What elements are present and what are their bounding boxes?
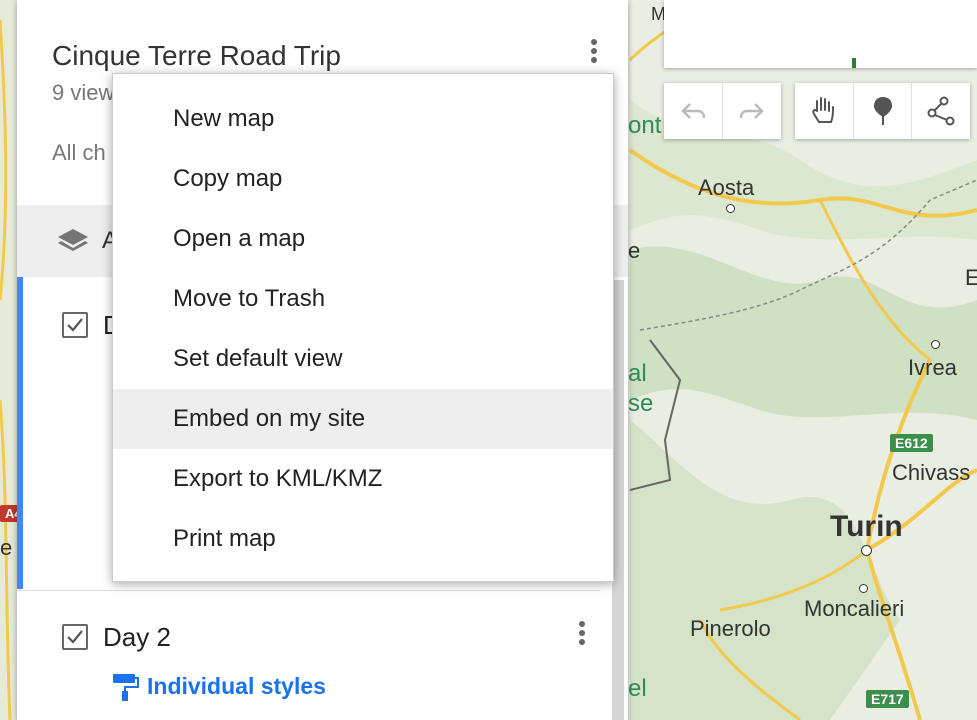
active-layer-indicator (17, 277, 23, 589)
road-badge-e612: E612 (890, 434, 933, 452)
checkmark-icon (67, 630, 83, 644)
map-label-pinerolo: Pinerolo (690, 616, 771, 641)
day2-options-button[interactable] (575, 618, 589, 654)
map-label-fragment-e-right: E (965, 265, 977, 290)
map-label-ivrea: Ivrea (908, 355, 957, 380)
map-label-moncalieri: Moncalieri (804, 596, 905, 621)
menu-item-set-default-view[interactable]: Set default view (113, 329, 613, 389)
road-badge-e717: E717 (866, 690, 909, 708)
draw-line-button[interactable] (912, 83, 970, 139)
hand-icon (812, 97, 834, 123)
map-label-fragment-el: el (628, 675, 647, 702)
undo-button[interactable] (664, 83, 723, 139)
marker-icon (873, 97, 892, 125)
redo-icon (739, 103, 764, 119)
map-label-turin: Turin (830, 510, 903, 543)
draw-line-icon (927, 96, 955, 126)
map-label-aosta: Aosta (698, 175, 755, 200)
add-marker-button[interactable] (854, 83, 913, 139)
checkmark-icon (67, 318, 83, 332)
undo-redo-group (664, 83, 781, 139)
map-options-button[interactable] (587, 36, 601, 72)
day2-label[interactable]: Day 2 (103, 622, 171, 653)
day1-checkbox[interactable] (62, 312, 88, 338)
paint-roller-icon (113, 674, 139, 701)
menu-item-new-map[interactable]: New map (113, 89, 613, 149)
city-marker-turin (861, 545, 872, 556)
menu-item-export-kml[interactable]: Export to KML/KMZ (113, 449, 613, 509)
undo-icon (681, 103, 706, 119)
map-label-fragment-ont: ont (628, 112, 662, 139)
kebab-dot (579, 630, 585, 636)
redo-button[interactable] (723, 83, 781, 139)
kebab-dot (591, 57, 597, 63)
menu-item-move-to-trash[interactable]: Move to Trash (113, 269, 613, 329)
view-count: 9 view (52, 80, 115, 105)
menu-item-print-map[interactable]: Print map (113, 509, 613, 569)
individual-styles-link[interactable]: Individual styles (147, 673, 326, 700)
map-label-fragment-al: al (628, 360, 647, 387)
kebab-icon (579, 621, 585, 627)
select-items-button[interactable] (795, 83, 854, 139)
map-label-fragment-se: se (628, 390, 654, 417)
map-label-fragment-left-e: e (0, 535, 13, 560)
save-status: All ch (52, 140, 106, 165)
map-options-menu: New map Copy map Open a map Move to Tras… (112, 73, 614, 582)
map-title[interactable]: Cinque Terre Road Trip (52, 40, 341, 72)
kebab-dot (591, 48, 597, 54)
kebab-icon (591, 39, 597, 45)
city-marker-moncalieri (859, 584, 868, 593)
city-marker-ivrea (931, 340, 940, 349)
kebab-dot (579, 639, 585, 645)
layer-divider (17, 590, 600, 591)
map-label-fragment-e: e (628, 238, 641, 263)
menu-item-embed-on-site[interactable]: Embed on my site (113, 389, 613, 449)
day2-checkbox[interactable] (62, 624, 88, 650)
layers-icon (58, 229, 88, 251)
search-card[interactable] (664, 0, 977, 68)
city-marker-aosta (726, 204, 735, 213)
map-pin-tip-icon (852, 58, 856, 68)
map-tools-group (795, 83, 970, 139)
map-label-chivasso: Chivass (892, 460, 971, 485)
menu-item-copy-map[interactable]: Copy map (113, 149, 613, 209)
menu-item-open-map[interactable]: Open a map (113, 209, 613, 269)
